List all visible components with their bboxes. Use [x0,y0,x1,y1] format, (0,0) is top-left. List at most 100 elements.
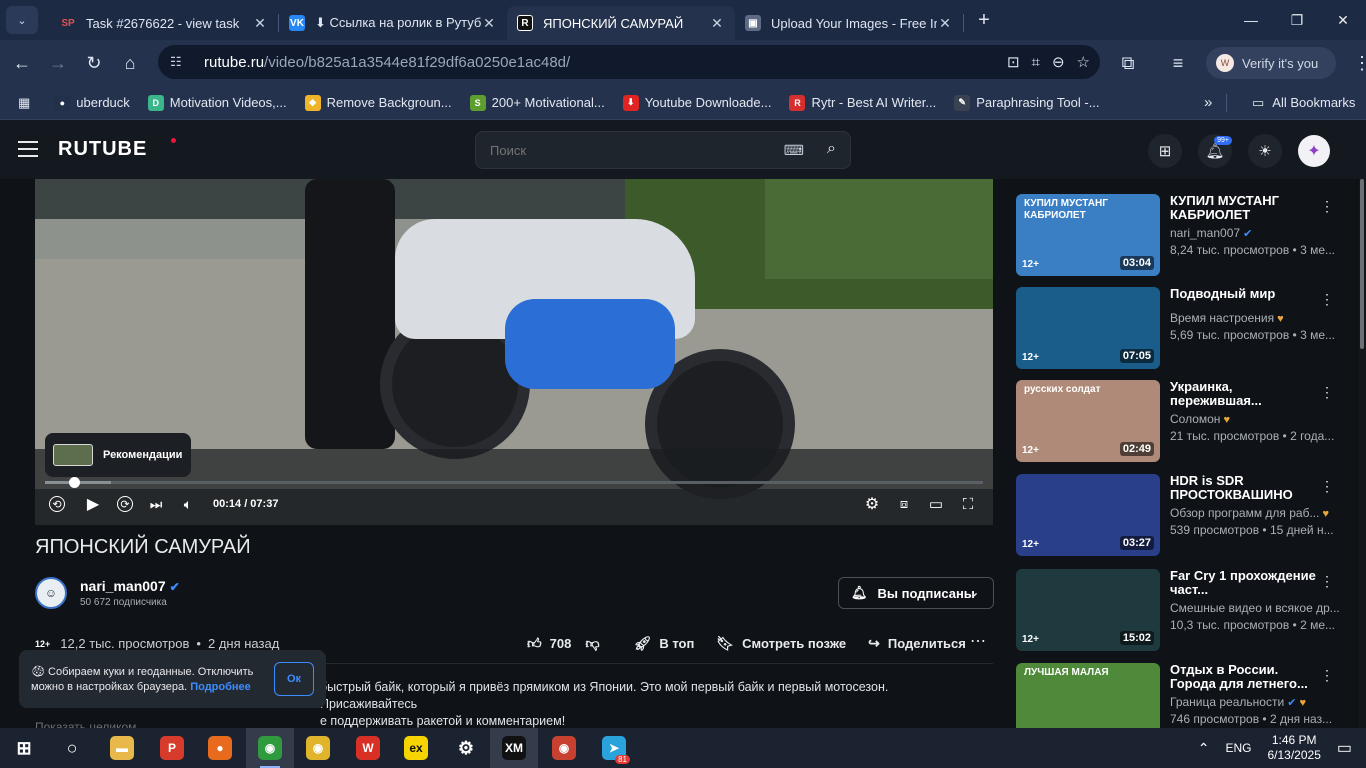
video-thumbnail[interactable]: 12+ 03:27 [1016,474,1160,556]
forward-icon[interactable]: → [40,45,76,81]
settings-button[interactable]: ⚙ [442,728,490,768]
tray-chevron-icon[interactable]: ⌃ [1198,740,1210,757]
close-window-icon[interactable]: ✕ [1320,0,1366,40]
exness-button[interactable]: ex [392,728,440,768]
recommended-title[interactable]: Украинка, пережившая... [1170,380,1320,408]
picture-in-picture-icon[interactable]: ⧈ [893,491,915,517]
reload-icon[interactable]: ↻ [76,45,112,81]
channel-info[interactable]: ☺ nari_man007 ✔ 50 672 подписчика [35,577,180,609]
keyboard-icon[interactable]: ⌨ [784,142,804,159]
next-video-icon[interactable]: ⏭ [147,491,165,517]
close-icon[interactable]: ✕ [252,15,268,32]
browser-tab-1[interactable]: SP Task #2676622 - view task ✕ [50,6,278,40]
home-icon[interactable]: ⌂ [112,45,148,81]
recommendations-button[interactable]: Рекомендации [45,433,191,477]
bookmark-item[interactable]: ◆ Remove Backgroun... [304,94,452,111]
address-bar[interactable]: ☷ rutube.ru/video/b825a1a3544e81f29df6a0… [158,45,1100,79]
more-options-icon[interactable]: ⋯ [970,631,986,651]
user-avatar[interactable]: ✦ [1298,135,1330,167]
channel-avatar[interactable]: ☺ [35,577,67,609]
recommended-title[interactable]: Отдых в России. Города для летнего... [1170,663,1320,691]
share-button[interactable]: ↪ Поделиться [868,635,966,652]
recommended-channel[interactable]: Смешные видео и всякое др... [1170,601,1340,615]
search-input[interactable] [490,142,780,158]
video-thumbnail[interactable]: русских солдат 12+ 02:49 [1016,380,1160,462]
browser-tab-3-active[interactable]: R ЯПОНСКИЙ САМУРАЙ ✕ [507,6,735,40]
apps-grid-icon[interactable]: ▦ [18,95,30,111]
progress-bar[interactable] [45,477,983,488]
close-icon[interactable]: ✕ [709,15,725,32]
extensions-icon[interactable]: ⧉ [1110,45,1146,81]
video-player[interactable]: Рекомендации ⟲ ▶ ⟳ ⏭ 🔈︎ 00:14 / 07:37 ⚙ … [35,179,993,525]
cookie-ok-button[interactable]: Ок [274,662,314,696]
recommended-channel[interactable]: Соломон ♥ [1170,412,1230,426]
watch-later-button[interactable]: 🔖︎ Смотреть позже [716,635,846,652]
bookmark-star-icon[interactable]: ☆ [1077,53,1090,71]
theater-mode-icon[interactable]: ▭ [925,491,947,517]
translate-icon[interactable]: ⌗ [1032,54,1040,71]
scrollbar-thumb[interactable] [1360,179,1364,349]
recommended-video[interactable]: КУПИЛ МУСТАНГ КАБРИОЛЕТ 12+ 03:04 КУПИЛ МУС… [1016,194,1356,276]
install-app-icon[interactable]: ⊡ [1007,53,1020,71]
recommended-channel[interactable]: Время настроения ♥ [1170,311,1284,325]
cookie-more-link[interactable]: Подробнее [190,681,251,693]
recommended-video[interactable]: 12+ 07:05 Подводный мир Время настроения ♥ 5… [1016,287,1356,369]
recommended-video[interactable]: 12+ 15:02 Far Cry 1 прохождение част... Сме… [1016,569,1356,651]
theme-toggle-icon[interactable]: ☀ [1248,134,1282,168]
video-thumbnail[interactable]: КУПИЛ МУСТАНГ КАБРИОЛЕТ 12+ 03:04 [1016,194,1160,276]
recommended-title[interactable]: HDR is SDR ПРОСТОКВАШИНО [1170,474,1320,502]
action-center-icon[interactable]: ▭ [1337,738,1352,758]
language-indicator[interactable]: ENG [1225,741,1251,755]
video-thumbnail[interactable]: 12+ 07:05 [1016,287,1160,369]
chrome-profile-button[interactable]: ◉ [246,728,294,768]
rutube-logo[interactable]: RUTUBE [58,138,147,161]
chrome-alt-button[interactable]: ◉ [540,728,588,768]
zoom-icon[interactable]: ⊖ [1052,53,1065,71]
browser-tab-4[interactable]: ▣ Upload Your Images - Free Imag ✕ [735,6,963,40]
more-options-icon[interactable]: ⋮ [1320,478,1334,495]
play-icon[interactable]: ▶ [83,491,103,517]
more-options-icon[interactable]: ⋮ [1320,291,1334,308]
recommended-video[interactable]: русских солдат 12+ 02:49 Украинка, переживш… [1016,380,1356,462]
cortana-search-button[interactable]: ○ [48,728,96,768]
close-icon[interactable]: ✕ [937,15,953,32]
wps-office-button[interactable]: W [344,728,392,768]
notifications-icon[interactable]: 🔔︎ 99+ [1198,134,1232,168]
recommended-title[interactable]: Far Cry 1 прохождение част... [1170,569,1320,597]
more-options-icon[interactable]: ⋮ [1320,573,1334,590]
bookmark-item[interactable]: ⬇ Youtube Downloade... [622,94,771,111]
forward-10-icon[interactable]: ⟳ [117,496,133,512]
back-icon[interactable]: ← [4,45,40,81]
more-options-icon[interactable]: ⋮ [1320,667,1334,684]
bookmark-item[interactable]: R Rytr - Best AI Writer... [789,94,936,111]
show-full-description[interactable]: Показать целиком ⌄ [35,720,150,728]
recommended-title[interactable]: Подводный мир [1170,287,1320,301]
recommended-title[interactable]: КУПИЛ МУСТАНГ КАБРИОЛЕТ [1170,194,1320,222]
windows-start-button[interactable]: ⊞ [0,728,48,768]
fullscreen-icon[interactable]: ⛶ [957,491,979,517]
telegram-button[interactable]: ➤ 81 [590,728,638,768]
rutube-app-button[interactable]: Р [148,728,196,768]
close-icon[interactable]: ✕ [481,15,497,32]
site-info-icon[interactable]: ☷ [170,54,190,70]
bookmark-item[interactable]: ✎ Paraphrasing Tool -... [954,94,1100,111]
video-thumbnail[interactable]: ЛУЧШАЯ МАЛАЯ [1016,663,1160,728]
dislike-button[interactable]: 👎︎ [585,635,607,652]
minimize-icon[interactable]: — [1228,0,1274,40]
hamburger-menu-icon[interactable] [18,141,38,157]
bookmark-item[interactable]: S 200+ Motivational... [469,94,605,111]
search-icon[interactable]: ⌕ [827,140,836,158]
volume-icon[interactable]: 🔈︎ [177,491,199,517]
tab-search-button[interactable]: ⌄ [6,6,38,34]
rewind-10-icon[interactable]: ⟲ [49,496,65,512]
recommended-channel[interactable]: Обзор программ для раб... ♥ [1170,506,1329,520]
search-box[interactable]: ⌨ ⌕ [475,131,851,169]
chrome-button[interactable]: ◉ [294,728,342,768]
browser-menu-icon[interactable]: ⋮ [1344,45,1366,81]
file-explorer-button[interactable]: ▬ [98,728,146,768]
recommended-channel[interactable]: Граница реальности ✔ ♥ [1170,695,1306,709]
maximize-icon[interactable]: ❐ [1274,0,1320,40]
recommended-channel[interactable]: nari_man007 ✔ [1170,226,1252,240]
new-tab-button[interactable]: + [970,9,998,32]
like-button[interactable]: 👍︎ 708 [527,635,571,652]
